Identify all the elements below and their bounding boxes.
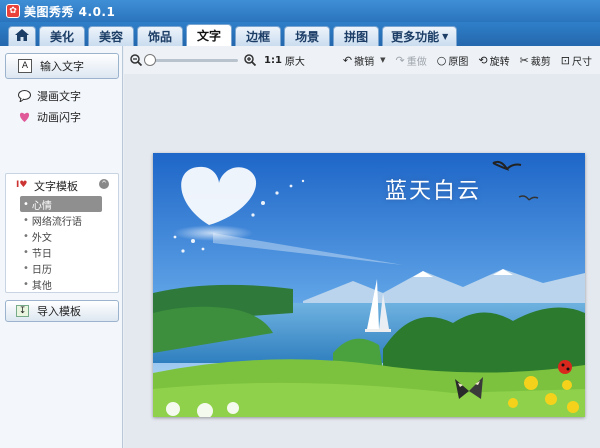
crop-label: 裁剪: [530, 56, 551, 68]
size-label: 尺寸: [572, 56, 593, 68]
zoom-in-icon[interactable]: [244, 54, 256, 66]
app-title: 美图秀秀 4.0.1: [24, 4, 116, 19]
photo-caption-text: 蓝天白云: [385, 179, 482, 204]
collapse-icon[interactable]: ^: [99, 179, 109, 189]
tab-more-features-label: 更多功能: [391, 30, 440, 44]
comic-text-label: 漫画文字: [37, 90, 81, 103]
tab-collage-label: 拼图: [344, 30, 369, 44]
tab-collage[interactable]: 拼图: [333, 26, 380, 46]
tab-beautify[interactable]: 美化: [39, 26, 86, 46]
template-item-internet-slang[interactable]: 网络流行语: [20, 212, 116, 228]
speech-bubble-icon: [18, 90, 31, 103]
tab-text[interactable]: 文字: [186, 24, 233, 46]
tab-scene-label: 场景: [295, 30, 320, 44]
left-panel: A 输入文字 漫画文字 动画闪字 I♥ 文字模板 ^ 心情 网络流行语 外文 节…: [0, 46, 123, 448]
text-template-panel: I♥ 文字模板 ^ 心情 网络流行语 外文 节日 日历 其他: [5, 173, 119, 293]
tab-face-beauty-label: 美容: [99, 30, 124, 44]
tab-border-label: 边框: [246, 30, 271, 44]
original-image-label: 原图: [448, 56, 469, 68]
chevron-down-icon[interactable]: ▼: [380, 56, 385, 64]
original-image-icon: ○: [436, 53, 447, 67]
chevron-down-icon: ▼: [442, 32, 449, 41]
scissors-icon: ✂: [519, 53, 529, 67]
title-bar: ✿ 美图秀秀 4.0.1: [0, 0, 600, 22]
heart-sparkle-icon: [18, 111, 31, 124]
rotate-icon: ⟲: [478, 53, 488, 67]
tab-beautify-label: 美化: [50, 30, 75, 44]
resize-button[interactable]: ⊡ 尺寸: [561, 53, 592, 68]
canvas-area: 蓝天白云: [124, 74, 600, 448]
template-item-calendar[interactable]: 日历: [20, 260, 116, 276]
landscape-photo: [153, 153, 585, 417]
crop-button[interactable]: ✂ 裁剪: [520, 53, 551, 68]
comic-text-link[interactable]: 漫画文字: [18, 88, 81, 104]
redo-button[interactable]: ↷ 重做: [396, 53, 427, 68]
rotate-button[interactable]: ⟲ 旋转: [478, 53, 509, 68]
text-template-label: 文字模板: [34, 180, 78, 193]
animated-text-link[interactable]: 动画闪字: [18, 109, 81, 125]
love-template-icon: I♥: [16, 180, 28, 190]
template-category-list: 心情 网络流行语 外文 节日 日历 其他: [20, 196, 116, 292]
template-item-mood[interactable]: 心情: [20, 196, 102, 212]
tab-border[interactable]: 边框: [235, 26, 282, 46]
meitu-logo-icon: ✿: [6, 4, 20, 18]
zoom-slider-handle[interactable]: [144, 53, 156, 66]
image-toolbar: 1:1 原大 ↶ 撤销 ▼ ↷ 重做 ○ 原图 ⟲ 旋转 ✂ 裁剪 ⊡ 尺寸: [124, 46, 600, 74]
tab-scene[interactable]: 场景: [284, 26, 331, 46]
import-template-label: 导入模板: [37, 305, 81, 318]
tab-accessories-label: 饰品: [148, 30, 173, 44]
text-a-icon: A: [18, 59, 32, 73]
template-item-holiday[interactable]: 节日: [20, 244, 116, 260]
template-item-other[interactable]: 其他: [20, 276, 116, 292]
undo-icon: ↶: [342, 53, 353, 67]
original-size-label: 原大: [284, 56, 305, 68]
redo-icon: ↷: [395, 53, 405, 67]
zoom-slider[interactable]: [144, 53, 238, 66]
main-tab-bar: 美化 美容 饰品 文字 边框 场景 拼图 更多功能 ▼: [0, 22, 600, 46]
rotate-label: 旋转: [489, 56, 510, 68]
redo-label: 重做: [406, 56, 427, 68]
import-icon: ↧: [16, 305, 29, 317]
ratio-label: 1:1: [264, 54, 282, 66]
tab-accessories[interactable]: 饰品: [137, 26, 184, 46]
input-text-label: 输入文字: [40, 60, 84, 73]
tab-more-features[interactable]: 更多功能 ▼: [382, 26, 458, 46]
text-template-header[interactable]: I♥ 文字模板: [16, 178, 78, 194]
input-text-button[interactable]: A 输入文字: [5, 53, 119, 79]
zoom-out-icon[interactable]: [130, 54, 142, 66]
tab-text-label: 文字: [197, 29, 222, 43]
original-size-button[interactable]: 1:1 原大: [264, 53, 305, 68]
photo-canvas[interactable]: 蓝天白云: [153, 153, 585, 417]
undo-label: 撤销: [354, 56, 375, 68]
original-image-button[interactable]: ○ 原图: [437, 53, 469, 68]
home-icon: [15, 29, 29, 44]
import-template-button[interactable]: ↧ 导入模板: [5, 300, 119, 322]
tab-face-beauty[interactable]: 美容: [88, 26, 135, 46]
tab-home[interactable]: [8, 26, 36, 46]
template-item-foreign[interactable]: 外文: [20, 228, 116, 244]
animated-text-label: 动画闪字: [37, 111, 81, 124]
undo-button[interactable]: ↶ 撤销 ▼: [343, 53, 386, 68]
resize-icon: ⊡: [560, 53, 571, 67]
